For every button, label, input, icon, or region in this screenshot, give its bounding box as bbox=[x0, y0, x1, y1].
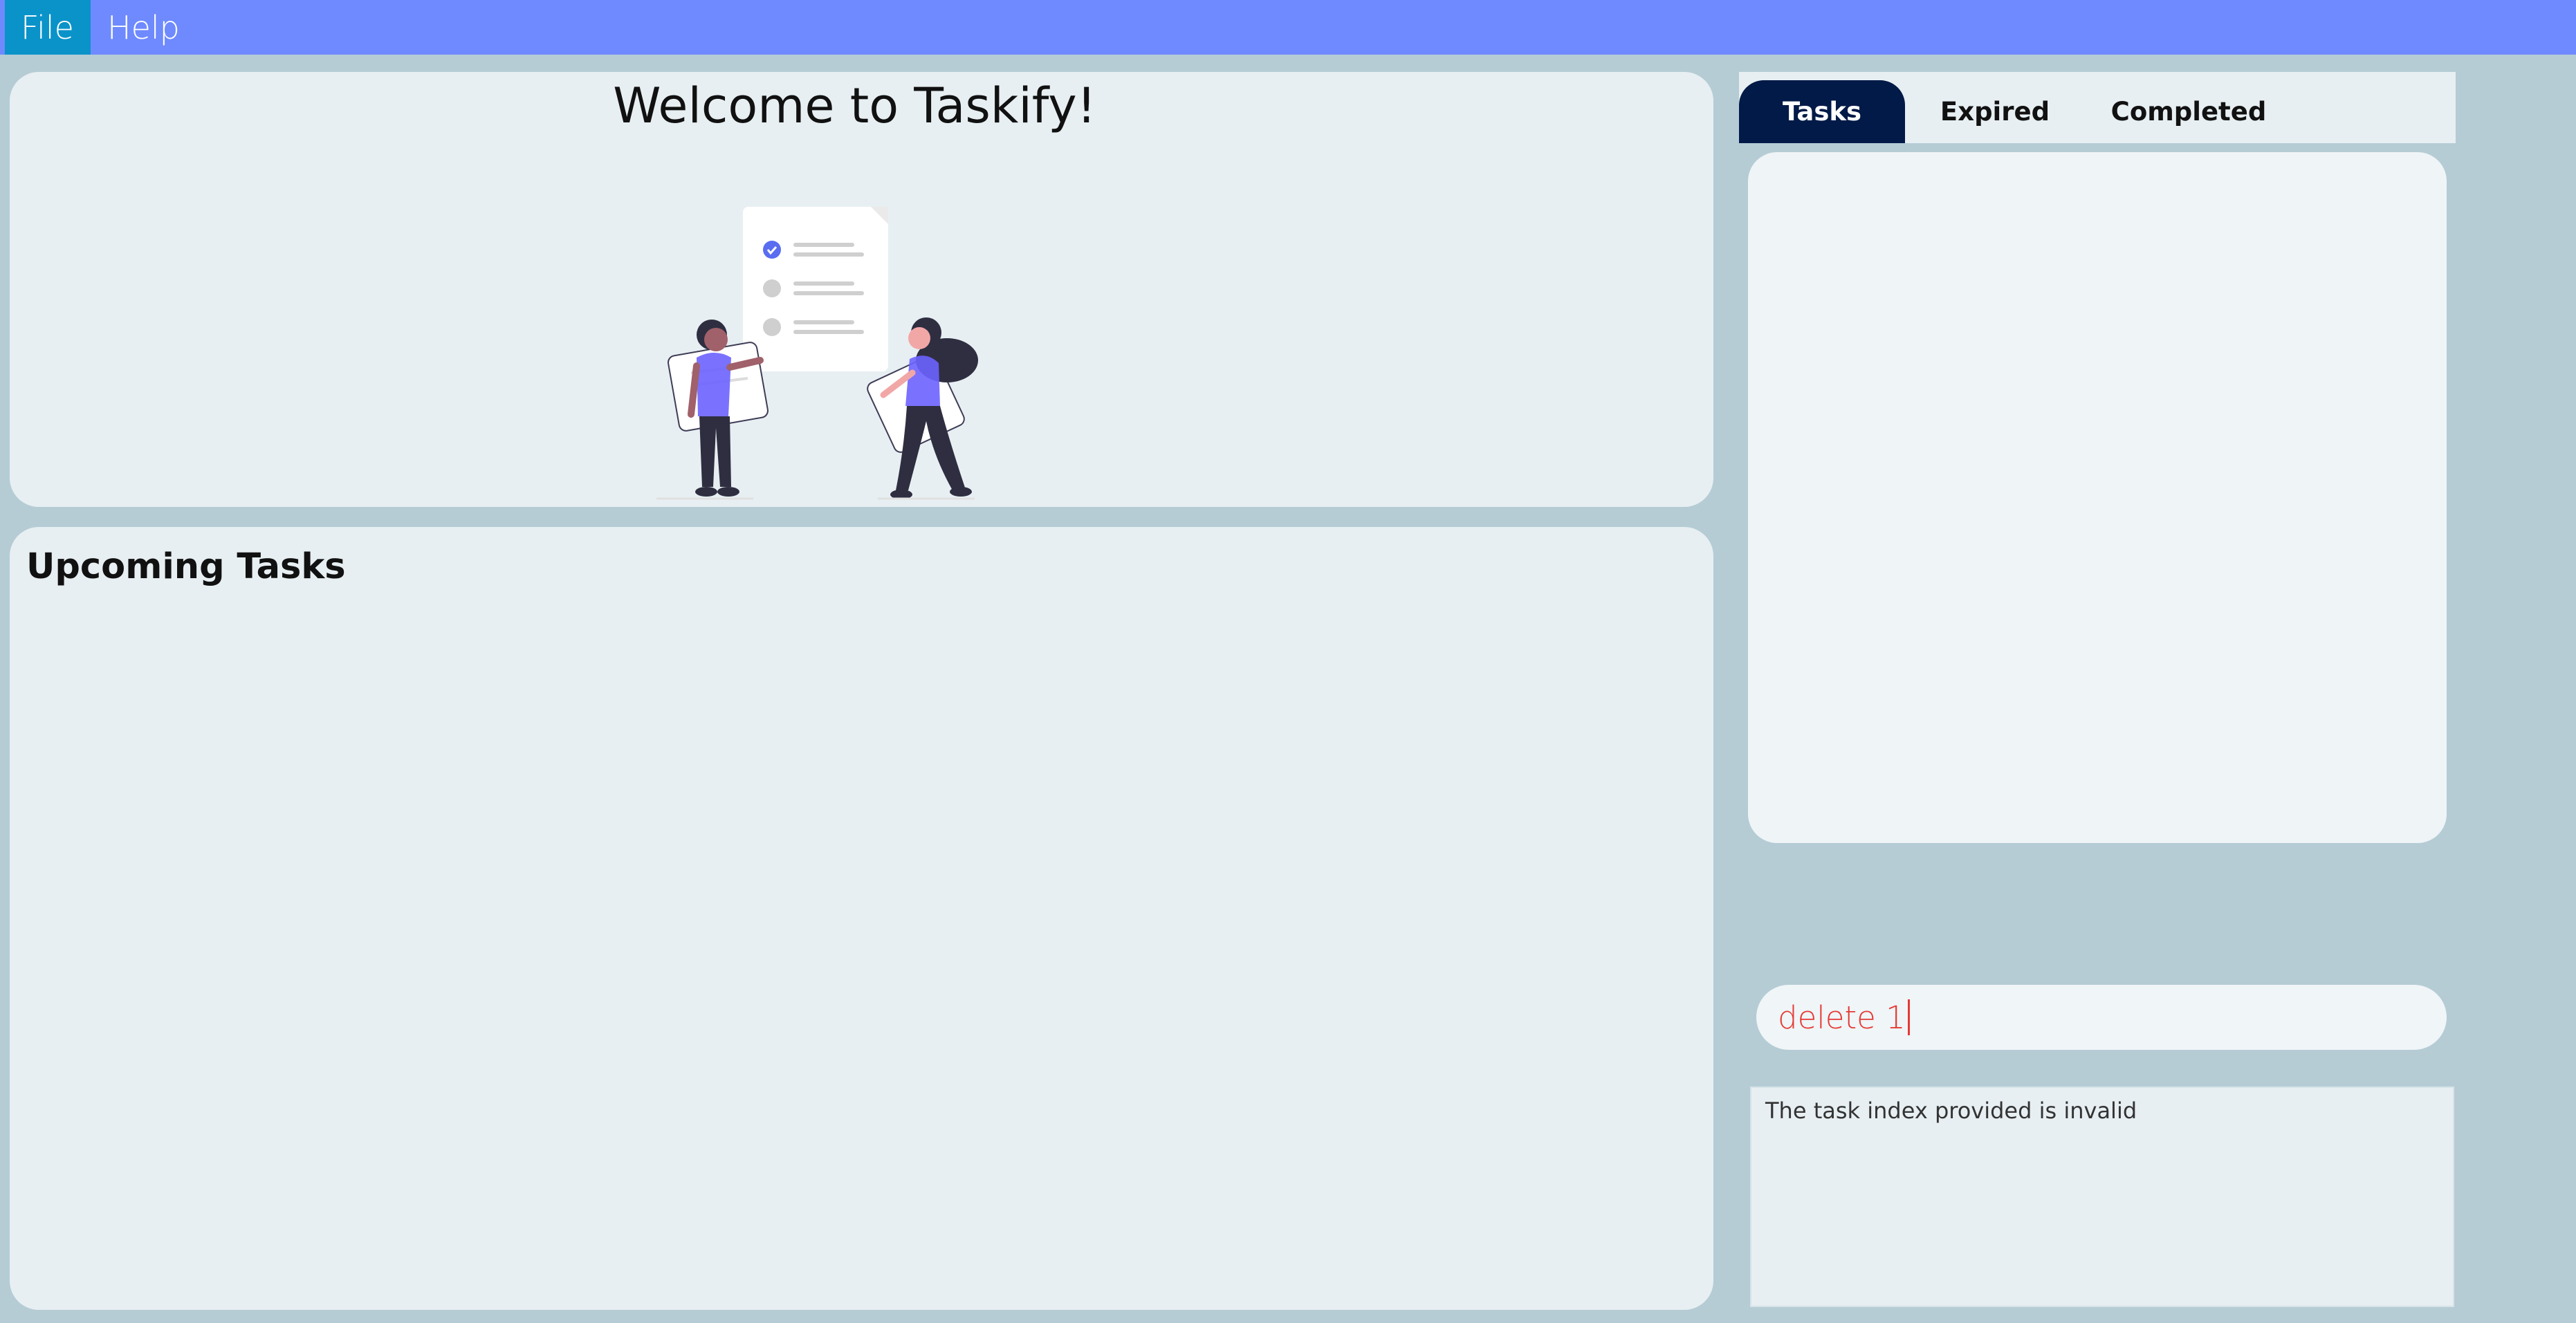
menu-file[interactable]: File bbox=[5, 0, 91, 55]
welcome-illustration bbox=[656, 207, 978, 500]
welcome-panel: Welcome to Taskify! bbox=[10, 72, 1713, 507]
tab-completed[interactable]: Completed bbox=[2085, 80, 2292, 143]
menu-help[interactable]: Help bbox=[91, 0, 196, 55]
command-input-text[interactable]: delete 1 bbox=[1778, 985, 1910, 1050]
upcoming-tasks-title: Upcoming Tasks bbox=[26, 546, 346, 587]
task-tabs: Tasks Expired Completed bbox=[1739, 72, 2456, 143]
result-display[interactable]: The task index provided is invalid bbox=[1750, 1086, 2454, 1307]
command-value: delete 1 bbox=[1778, 999, 1906, 1036]
menu-bar: File Help bbox=[0, 0, 2576, 55]
tab-expired[interactable]: Expired bbox=[1912, 80, 2078, 143]
task-list[interactable] bbox=[1748, 152, 2447, 843]
text-caret bbox=[1907, 999, 1910, 1035]
result-message: The task index provided is invalid bbox=[1765, 1098, 2137, 1124]
tab-tasks[interactable]: Tasks bbox=[1739, 80, 1905, 143]
welcome-title: Welcome to Taskify! bbox=[613, 77, 1096, 134]
upcoming-tasks-panel: Upcoming Tasks bbox=[10, 527, 1713, 1310]
